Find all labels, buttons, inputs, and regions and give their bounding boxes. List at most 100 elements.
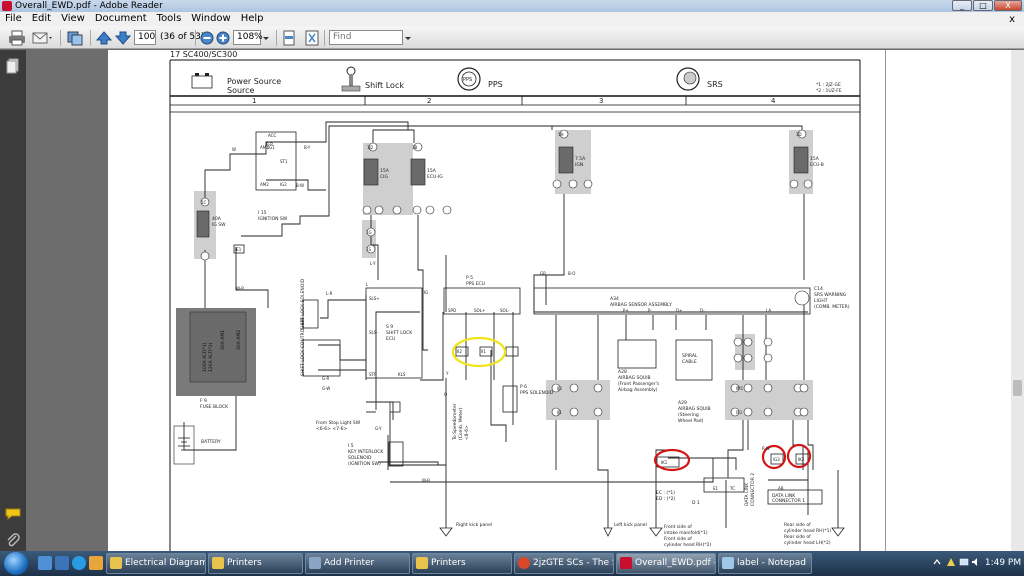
label-data-link-1-id: D 1 <box>692 500 700 506</box>
label-ignition-sw: IGNITION SW <box>258 216 288 222</box>
diagram-header: 17 SC400/SC300 <box>170 50 237 59</box>
find-dropdown-icon[interactable] <box>404 30 412 46</box>
ground-ec-2: ED : (*2) <box>656 496 676 502</box>
task-printers-1[interactable]: Printers <box>208 553 303 574</box>
task-browser[interactable]: 2jzGTE SCs - The Sib... <box>514 553 614 574</box>
svg-text:AB: AB <box>778 486 784 491</box>
steering-wheel-icon: PPS <box>457 67 481 91</box>
toolbar: 100 (36 of 53) 108% Find <box>0 26 1024 49</box>
page-number-input[interactable]: 100 <box>134 30 156 45</box>
minimize-button[interactable]: _ <box>952 0 972 11</box>
ground-rear-2: cylinder head RH(*1) <box>784 528 831 534</box>
menu-window[interactable]: Window <box>186 12 235 26</box>
attachments-icon[interactable] <box>6 533 20 547</box>
label-squib-steering-id: A29 <box>678 400 687 406</box>
svg-text:II1: II1 <box>481 349 486 354</box>
label-shift-lock-ecu-1: SHIFT LOCK <box>386 330 413 336</box>
label-fuse-ig-name: IG SW <box>212 222 226 228</box>
svg-text:ST1: ST1 <box>280 159 288 164</box>
svg-text:P+: P+ <box>623 308 629 313</box>
task-electrical-diagrams[interactable]: Electrical Diagrams <box>106 553 206 574</box>
label-shift-lock-ecu-2: ECU <box>386 336 395 342</box>
zoom-in-icon[interactable] <box>216 30 230 46</box>
label-fuse-ign-amp: 7.5A <box>575 156 586 162</box>
fit-page-icon[interactable] <box>305 30 319 46</box>
volume-icon[interactable] <box>971 557 981 567</box>
svg-text:D-: D- <box>700 308 705 313</box>
comments-icon[interactable] <box>5 508 21 520</box>
column-1: 1 <box>252 97 256 105</box>
menu-view[interactable]: View <box>56 12 90 26</box>
task-notepad[interactable]: label - Notepad <box>718 553 812 574</box>
network-icon[interactable] <box>959 557 969 567</box>
svg-text:1B: 1B <box>412 145 418 150</box>
zoom-out-icon[interactable] <box>200 30 214 46</box>
task-adobe-reader[interactable]: Overall_EWD.pdf - A... <box>616 553 716 574</box>
page-down-icon[interactable] <box>115 30 131 46</box>
svg-text:IJ1: IJ1 <box>557 410 562 415</box>
print-icon[interactable] <box>8 30 26 46</box>
menu-help[interactable]: Help <box>236 12 269 26</box>
start-button[interactable] <box>4 552 28 575</box>
vertical-scrollbar[interactable] <box>1011 50 1024 551</box>
menu-document[interactable]: Document <box>90 12 152 26</box>
ground-front-1: Front side of <box>664 524 692 530</box>
svg-text:G-Y: G-Y <box>375 426 382 431</box>
system-shift-lock: Shift Lock <box>365 81 404 90</box>
email-icon[interactable] <box>32 30 54 46</box>
show-desktop-icon[interactable] <box>38 556 52 570</box>
svg-text:SLS-: SLS- <box>369 330 378 335</box>
svg-text:II2: II2 <box>457 349 462 354</box>
menu-file[interactable]: File <box>0 12 27 26</box>
label-squib-front-3: Airbag Assembly) <box>618 387 658 393</box>
label-fuse-cig-name: CIG <box>380 174 388 180</box>
menu-edit[interactable]: Edit <box>27 12 56 26</box>
svg-text:IG2: IG2 <box>280 182 287 187</box>
zoom-dropdown-icon[interactable] <box>262 30 270 46</box>
system-pps: PPS <box>488 80 503 89</box>
label-key-interlock-3: (IGNITION SW) <box>348 461 381 467</box>
notepad-icon <box>722 557 734 569</box>
svg-text:W-R: W-R <box>236 286 244 291</box>
zoom-level-input[interactable]: 108% <box>233 30 263 45</box>
svg-text:B-W: B-W <box>296 183 304 188</box>
window-switcher-icon[interactable] <box>55 556 69 570</box>
svg-text:1S: 1S <box>366 247 372 252</box>
label-srs-warning-id: C14 <box>814 286 823 292</box>
task-printers-2[interactable]: Printers <box>412 553 512 574</box>
menu-tools[interactable]: Tools <box>152 12 187 26</box>
label-stop-light-1: From Stop Light SW <box>316 420 361 426</box>
svg-text:L-Y: L-Y <box>370 261 376 266</box>
window-title: Overall_EWD.pdf - Adobe Reader <box>15 1 163 11</box>
label-key-interlock-2: SOLENOID <box>348 455 372 461</box>
navigation-sidebar <box>0 50 26 551</box>
show-hidden-icons-icon[interactable] <box>932 557 942 567</box>
action-center-icon[interactable] <box>946 557 956 567</box>
page-up-icon[interactable] <box>96 30 112 46</box>
single-page-icon[interactable] <box>282 30 296 46</box>
svg-text:1C: 1C <box>201 200 207 205</box>
airbag-icon <box>676 67 700 91</box>
scrollbar-thumb[interactable] <box>1013 380 1022 396</box>
svg-text:IJ2: IJ2 <box>557 386 562 391</box>
close-button[interactable]: X <box>994 0 1022 11</box>
title-bar: Overall_EWD.pdf - Adobe Reader _ □ X <box>0 0 1024 12</box>
pages-panel-icon[interactable] <box>6 58 20 74</box>
share-icon[interactable] <box>66 30 84 46</box>
find-input[interactable]: Find <box>329 30 403 45</box>
svg-text:IM1: IM1 <box>736 386 744 391</box>
internet-explorer-icon[interactable] <box>72 556 86 570</box>
task-add-printer[interactable]: Add Printer <box>305 553 410 574</box>
svg-text:B-O: B-O <box>568 271 575 276</box>
label-fuse-ecu-b-amp: 15A <box>810 156 820 162</box>
label-srs-warning-3: (COMB. METER) <box>814 304 850 310</box>
label-shift-lock-control-sw: SHIFT LOCK CONTROL SW <box>300 317 306 376</box>
label-squib-front-1: AIRBAG SQUIB <box>618 375 651 381</box>
maximize-button[interactable]: □ <box>973 0 993 11</box>
document-close-button[interactable]: x <box>1004 13 1020 27</box>
clock[interactable]: 1:49 PM <box>984 553 1022 573</box>
label-am1-fuse: 30A AM1 <box>220 330 226 350</box>
pdf-page[interactable]: 17 SC400/SC300 Power Source Source Shift… <box>108 50 885 551</box>
adobe-reader-icon <box>2 1 12 11</box>
media-player-icon[interactable] <box>89 556 103 570</box>
